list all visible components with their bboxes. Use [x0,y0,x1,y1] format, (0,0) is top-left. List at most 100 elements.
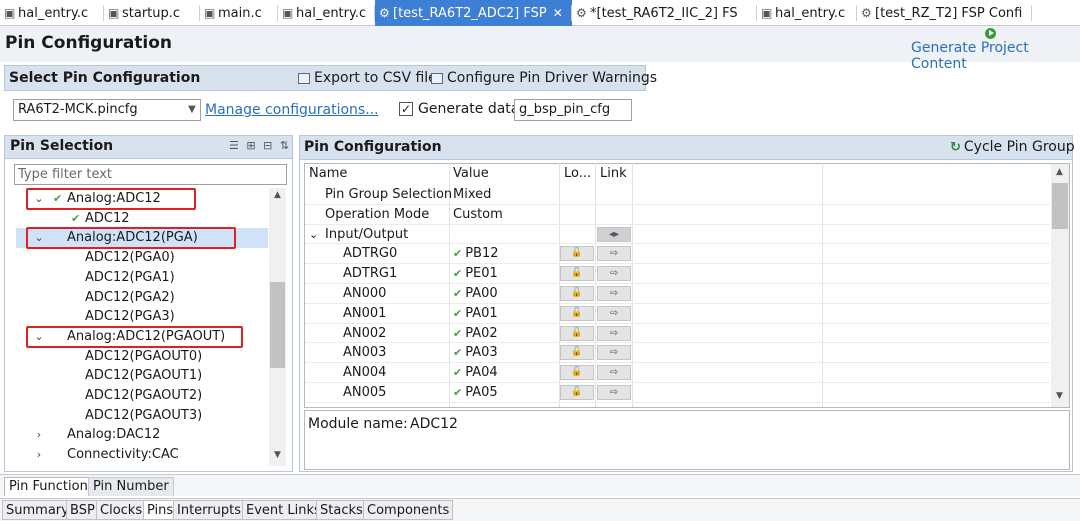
cycle-pin-group-button[interactable]: ↻ Cycle Pin Group [950,139,1075,155]
table-row[interactable]: AN000 ✔ PA00 [305,284,1050,303]
tab-components[interactable]: Components [363,500,454,520]
column-header-value[interactable]: Value [453,166,489,181]
tab-clocks[interactable]: Clocks [96,500,147,520]
run-icon[interactable] [985,28,996,39]
chevron-right-icon[interactable]: › [32,445,46,465]
tree-item[interactable]: ADC12(PGAOUT1) [16,366,268,386]
lock-icon[interactable]: 🔓 [560,345,594,361]
link-arrow-icon[interactable]: ⇨ [597,286,631,301]
tree-item-label: ADC12(PGA0) [85,250,175,266]
row-value-text: Mixed [453,187,492,202]
expand-all-icon[interactable]: ⊞ [246,139,257,152]
tab-bsp[interactable]: BSP [66,500,99,520]
table-row[interactable]: Operation Mode Custom [305,205,1050,224]
table-row[interactable]: AN005 ✔ PA05 [305,383,1050,402]
lock-icon[interactable]: 🔓 [560,286,594,301]
link-arrow-icon[interactable]: ⇨ [597,365,631,381]
close-icon[interactable]: ✕ [553,6,563,20]
editor-tab[interactable]: ⚙ *[test_RA6T2_IIC_2] FS [572,0,757,26]
editor-tab[interactable]: ⚙ [test_RZ_T2] FSP Confi [857,0,1032,26]
editor-tab[interactable]: ▣ hal_entry.c [757,0,857,26]
table-row[interactable]: ADTRG0 ✔ PB12 [305,244,1050,263]
export-csv-button[interactable]: Export to CSV file [298,70,437,86]
row-value[interactable]: ✔ PA04 [453,363,498,382]
column-header-lock[interactable]: Lo... [564,166,591,181]
tree-item[interactable]: ADC12(PGA3) [16,307,268,327]
generate-data-checkbox[interactable]: ✓ [399,102,413,116]
row-value-text: PA00 [465,286,498,301]
table-row[interactable]: AN004 ✔ PA04 [305,363,1050,382]
scroll-up-arrow[interactable]: ▲ [1051,167,1068,181]
row-value[interactable]: ✔ PA02 [453,324,498,343]
editor-tab[interactable]: ▣ startup.c [104,0,200,26]
table-row[interactable]: AN001 ✔ PA01 [305,304,1050,323]
configure-warnings-label: Configure Pin Driver Warnings [447,70,658,86]
filter-input[interactable]: Type filter text [14,164,287,185]
lock-icon[interactable]: 🔓 [560,325,594,341]
lock-icon[interactable]: 🔓 [560,385,594,400]
table-row[interactable]: ADTRG1 ✔ PE01 [305,264,1050,283]
lock-icon[interactable]: 🔓 [560,246,594,262]
row-value[interactable]: ✔ PA00 [453,284,498,303]
table-row[interactable]: AN002 ✔ PA02 [305,324,1050,343]
row-value[interactable]: Mixed [453,185,491,204]
tree-item[interactable]: ADC12(PGA1) [16,268,268,288]
tree-item[interactable]: › Connectivity:CAC [16,445,268,465]
row-value[interactable]: Custom [453,205,503,224]
scroll-down-arrow[interactable]: ▼ [1051,391,1068,405]
scroll-down-arrow[interactable]: ▼ [269,450,286,464]
lock-icon[interactable]: 🔓 [560,305,594,321]
column-header-link[interactable]: Link [600,166,627,181]
tab-pin-function[interactable]: Pin Function [4,477,93,496]
generate-project-content-button[interactable]: Generate Project Content [911,40,1080,72]
tab-pin-number[interactable]: Pin Number [88,477,174,496]
tree-item[interactable]: › Analog:DAC12 [16,425,268,445]
generate-data-input[interactable]: g_bsp_pin_cfg [514,99,632,121]
row-value-text: PE01 [465,266,498,282]
editor-tab[interactable]: ⚙ [test_RA6T2_ADC2] FSP ✕ [375,0,572,26]
row-value[interactable]: ✔ PA05 [453,383,498,402]
tab-summary[interactable]: Summary [2,500,73,520]
editor-tab[interactable]: ▣ hal_entry.c [278,0,375,26]
link-arrow-icon[interactable]: ⇨ [597,385,631,400]
sort-alpha-icon[interactable]: ⇅ [280,139,291,152]
lock-icon[interactable]: 🔓 [560,365,594,381]
tree-item[interactable]: ADC12(PGAOUT2) [16,386,268,406]
pin-tree-scroll-thumb[interactable] [270,282,285,368]
tab-interrupts[interactable]: Interrupts [173,500,245,520]
pin-config-file-select[interactable]: RA6T2-MCK.pincfg ▼ [13,99,201,121]
link-arrow-icon[interactable]: ⇨ [597,305,631,321]
expand-link-icon[interactable]: ◂▸ [597,226,631,242]
configure-warnings-button[interactable]: Configure Pin Driver Warnings [431,70,657,86]
lock-icon[interactable]: 🔓 [560,266,594,282]
tab-stacks[interactable]: Stacks [316,500,367,520]
chevron-down-icon[interactable]: ⌄ [309,225,318,244]
tree-item[interactable]: ADC12(PGA2) [16,288,268,308]
link-arrow-icon[interactable]: ⇨ [597,266,631,282]
link-arrow-icon[interactable]: ⇨ [597,345,631,361]
tree-item[interactable]: ADC12(PGAOUT0) [16,347,268,367]
row-value[interactable]: ✔ PA01 [453,304,498,323]
row-value[interactable]: ✔ PA03 [453,343,498,362]
row-value[interactable]: ✔ PE01 [453,264,498,283]
column-header-name[interactable]: Name [309,166,347,181]
table-row[interactable]: ⌄ Input/Output [305,225,1050,244]
table-row[interactable]: Pin Group Selection Mixed [305,185,1050,204]
pin-config-scroll-thumb[interactable] [1052,183,1068,229]
tree-item[interactable]: ADC12(PGAOUT3) [16,406,268,426]
manage-configurations-link[interactable]: Manage configurations... [205,102,379,118]
tree-item[interactable]: ✔ ADC12 [16,209,268,229]
editor-tab[interactable]: ▣ hal_entry.c [0,0,104,26]
link-arrow-icon[interactable]: ⇨ [597,325,631,341]
editor-tab[interactable]: ▣ main.c [200,0,278,26]
collapse-all-icon[interactable]: ⊟ [263,139,274,152]
tree-item[interactable]: ADC12(PGA0) [16,248,268,268]
list-view-icon[interactable]: ☰ [229,139,241,152]
chevron-right-icon[interactable]: › [32,425,46,445]
c-file-icon: ▣ [4,6,16,20]
table-row[interactable]: AN003 ✔ PA03 [305,343,1050,362]
row-value[interactable]: ✔ PB12 [453,244,499,263]
tab-event-links[interactable]: Event Links [242,500,325,520]
link-arrow-icon[interactable]: ⇨ [597,246,631,262]
scroll-up-arrow[interactable]: ▲ [269,190,286,204]
